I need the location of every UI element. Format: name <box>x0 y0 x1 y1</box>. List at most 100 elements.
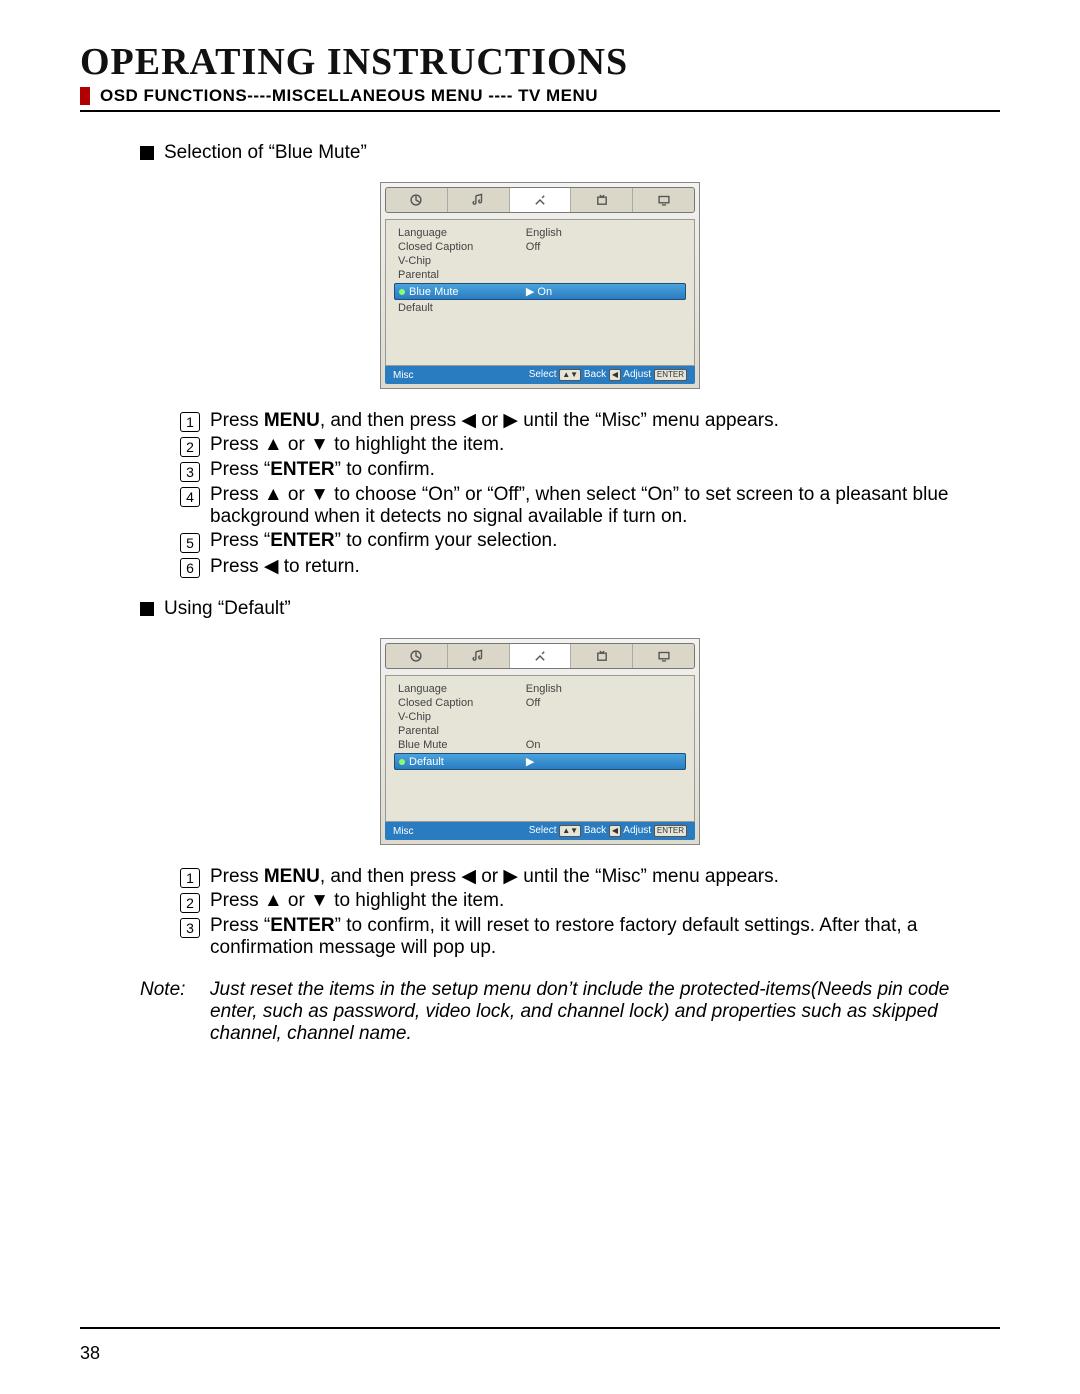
enter-key-icon: ENTER <box>654 825 687 837</box>
steps-list-2: 1 Press MENU, and then press ◀ or ▶ until… <box>180 865 1000 959</box>
osd-row-value: ▶ On <box>526 285 681 298</box>
step-text: Press “ENTER” to confirm. <box>210 459 1000 481</box>
square-bullet-icon <box>140 146 154 160</box>
note-text: Just reset the items in the setup menu d… <box>210 979 1000 1045</box>
note-block: Note: Just reset the items in the setup … <box>140 979 1000 1045</box>
top-rule <box>80 110 1000 112</box>
osd-row-label: Blue Mute <box>398 739 526 751</box>
tab-misc-icon <box>510 644 572 668</box>
osd-menu-body: LanguageEnglishClosed CaptionOffV-ChipPa… <box>385 675 695 822</box>
section-heading-text: Selection of “Blue Mute” <box>164 142 367 164</box>
step-number-icon: 5 <box>180 533 200 553</box>
osd-row-label: Language <box>398 683 526 695</box>
osd-row-label: Blue Mute <box>399 286 526 298</box>
osd-footer-right: Select ▲▼ Back ◀ Adjust ENTER <box>529 825 687 837</box>
step-text: Press ▲ or ▼ to highlight the item. <box>210 890 1000 912</box>
subtitle-text: OSD FUNCTIONS----MISCELLANEOUS MENU ----… <box>100 86 598 106</box>
subtitle-row: OSD FUNCTIONS----MISCELLANEOUS MENU ----… <box>80 86 1000 106</box>
osd-row: Blue MuteOn <box>394 738 686 752</box>
osd-row-label: Closed Caption <box>398 241 526 253</box>
step-item: 1 Press MENU, and then press ◀ or ▶ until… <box>180 409 1000 432</box>
step-item: 1 Press MENU, and then press ◀ or ▶ until… <box>180 865 1000 888</box>
step-item: 2 Press ▲ or ▼ to highlight the item. <box>180 434 1000 457</box>
osd-footer-back: Back <box>584 369 606 380</box>
osd-row-label: V-Chip <box>398 255 526 267</box>
osd-row-label: Language <box>398 227 526 239</box>
step-text: Press MENU, and then press ◀ or ▶ until … <box>210 865 1000 888</box>
step-number-icon: 2 <box>180 893 200 913</box>
osd-footer-adjust: Adjust <box>623 369 651 380</box>
section-heading-default: Using “Default” <box>140 598 1000 620</box>
manual-page: OPERATING INSTRUCTIONS OSD FUNCTIONS----… <box>0 0 1080 1394</box>
updown-key-icon: ▲▼ <box>559 825 581 837</box>
osd-footer-adjust: Adjust <box>623 825 651 836</box>
step-number-icon: 4 <box>180 487 200 507</box>
section-heading-text: Using “Default” <box>164 598 291 620</box>
osd-menu-body: LanguageEnglishClosed CaptionOffV-Chip Pa… <box>385 219 695 366</box>
step-item: 2 Press ▲ or ▼ to highlight the item. <box>180 890 1000 913</box>
step-item: 3Press “ENTER” to confirm, it will reset… <box>180 915 1000 959</box>
step-number-icon: 2 <box>180 437 200 457</box>
osd-screenshot-default: LanguageEnglishClosed CaptionOffV-ChipPa… <box>380 638 700 845</box>
osd-tab-row <box>385 187 695 213</box>
step-number-icon: 6 <box>180 558 200 578</box>
tab-picture-icon <box>386 644 448 668</box>
osd-footer: Misc Select ▲▼ Back ◀ Adjust ENTER <box>385 822 695 840</box>
tab-channel-icon <box>571 644 633 668</box>
tab-misc-icon <box>510 188 572 212</box>
step-text: Press ◀ to return. <box>210 555 1000 578</box>
step-number-icon: 1 <box>180 412 200 432</box>
tab-channel-icon <box>571 188 633 212</box>
osd-row: Parental <box>394 268 686 282</box>
osd-row-label: Default <box>399 756 526 768</box>
osd-row-label: Closed Caption <box>398 697 526 709</box>
osd-row: V-Chip <box>394 254 686 268</box>
osd-row: LanguageEnglish <box>394 226 686 240</box>
note-label: Note: <box>140 979 210 1045</box>
step-text: Press “ENTER” to confirm your selection. <box>210 530 1000 552</box>
square-bullet-icon <box>140 602 154 616</box>
step-item: 5 Press “ENTER” to confirm your selection… <box>180 530 1000 553</box>
osd-row-value: English <box>526 227 682 239</box>
osd-screenshot-blue-mute: LanguageEnglishClosed CaptionOffV-Chip Pa… <box>380 182 700 389</box>
step-text: Press ▲ or ▼ to highlight the item. <box>210 434 1000 456</box>
left-key-icon: ◀ <box>609 825 621 837</box>
osd-row: LanguageEnglish <box>394 682 686 696</box>
step-text: Press MENU, and then press ◀ or ▶ until … <box>210 409 1000 432</box>
page-number: 38 <box>80 1343 100 1364</box>
osd-row: Closed CaptionOff <box>394 696 686 710</box>
osd-row-value: Off <box>526 697 682 709</box>
step-item: 3Press “ENTER” to confirm. <box>180 459 1000 482</box>
step-text: Press ▲ or ▼ to choose “On” or “Off”, wh… <box>210 484 1000 528</box>
osd-footer-left: Misc <box>393 370 414 381</box>
osd-row-label: Parental <box>398 269 526 281</box>
osd-footer-left: Misc <box>393 826 414 837</box>
osd-footer-back: Back <box>584 825 606 836</box>
tab-pc-icon <box>633 188 694 212</box>
osd-footer-select: Select <box>529 825 557 836</box>
steps-list-1: 1 Press MENU, and then press ◀ or ▶ until… <box>180 409 1000 578</box>
osd-row-value: Off <box>526 241 682 253</box>
step-number-icon: 3 <box>180 918 200 938</box>
updown-key-icon: ▲▼ <box>559 369 581 381</box>
tab-audio-icon <box>448 188 510 212</box>
osd-row: Closed CaptionOff <box>394 240 686 254</box>
osd-row: Blue Mute▶ On <box>394 283 686 300</box>
osd-row: Default <box>394 301 686 315</box>
step-number-icon: 1 <box>180 868 200 888</box>
tab-picture-icon <box>386 188 448 212</box>
osd-footer-select: Select <box>529 369 557 380</box>
enter-key-icon: ENTER <box>654 369 687 381</box>
page-title: OPERATING INSTRUCTIONS <box>80 40 1000 84</box>
osd-footer: Misc Select ▲▼ Back ◀ Adjust ENTER <box>385 366 695 384</box>
step-item: 6 Press ◀ to return. <box>180 555 1000 578</box>
osd-row: V-Chip <box>394 710 686 724</box>
section-heading-blue-mute: Selection of “Blue Mute” <box>140 142 1000 164</box>
bottom-rule <box>80 1327 1000 1329</box>
osd-row: Parental <box>394 724 686 738</box>
osd-tab-row <box>385 643 695 669</box>
osd-row-label: Parental <box>398 725 526 737</box>
red-marker-icon <box>80 87 90 105</box>
osd-row-label: Default <box>398 302 526 314</box>
osd-row: Default▶ <box>394 753 686 770</box>
